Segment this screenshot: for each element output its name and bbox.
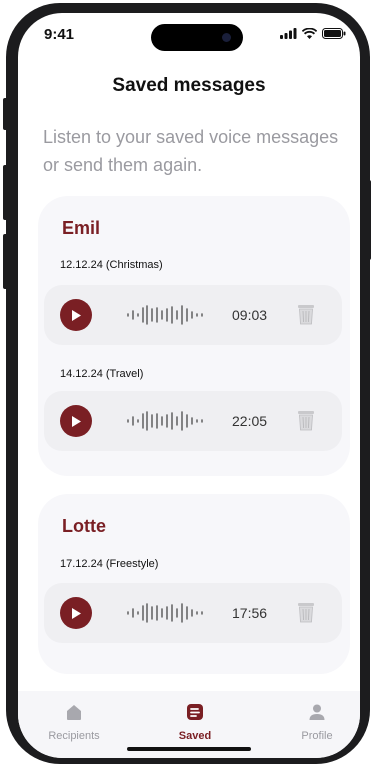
message-date: 17.12.24 (Freestyle)	[60, 558, 159, 570]
waveform-icon	[127, 411, 203, 431]
volume-down-button	[3, 234, 8, 289]
message-duration: 17:56	[232, 605, 268, 621]
page-subtitle: Listen to your saved voice messages or s…	[43, 127, 339, 175]
tab-recipients[interactable]: Recipients	[34, 703, 114, 742]
page-title: Saved messages	[112, 75, 266, 96]
tab-label: Recipients	[48, 730, 100, 742]
recipient-card-lotte: Lotte 17.12.24 (Freestyle) 17:56	[38, 494, 350, 674]
camera-icon	[222, 33, 231, 42]
message-date: 12.12.24 (Christmas)	[60, 259, 163, 271]
saved-list-icon	[187, 704, 203, 720]
trash-icon[interactable]	[296, 409, 316, 431]
voice-message-row: 17:56	[44, 583, 342, 643]
waveform-icon	[127, 603, 203, 623]
play-button[interactable]	[60, 299, 92, 331]
trash-icon[interactable]	[296, 303, 316, 325]
waveform-icon	[127, 305, 203, 325]
recipient-name: Lotte	[62, 516, 106, 536]
play-button[interactable]	[60, 405, 92, 437]
message-date: 14.12.24 (Travel)	[60, 368, 144, 380]
tab-label: Profile	[301, 730, 333, 742]
dynamic-island	[151, 24, 243, 51]
person-icon	[309, 704, 325, 720]
play-button[interactable]	[60, 597, 92, 629]
play-icon	[72, 309, 81, 321]
home-indicator[interactable]	[127, 747, 251, 751]
tab-saved[interactable]: Saved	[155, 703, 235, 742]
volume-up-button	[3, 165, 8, 220]
play-icon	[72, 415, 81, 427]
trash-icon[interactable]	[296, 601, 316, 623]
status-time: 9:41	[44, 26, 75, 43]
status-icons	[280, 28, 346, 39]
play-icon	[72, 607, 81, 619]
voice-message-row: 22:05	[44, 391, 342, 451]
signal-icon	[280, 28, 297, 39]
recipient-card-emil: Emil 12.12.24 (Christmas) 09:03 14.12.24…	[38, 196, 350, 476]
message-duration: 22:05	[232, 413, 268, 429]
tab-label: Saved	[178, 730, 212, 742]
side-button	[3, 98, 8, 130]
wifi-icon	[302, 28, 317, 39]
battery-icon	[322, 28, 346, 39]
home-icon	[67, 705, 81, 720]
screen: 9:41 Saved messages Listen to your saved…	[18, 13, 360, 758]
tab-profile[interactable]: Profile	[277, 703, 357, 742]
voice-message-row: 09:03	[44, 285, 342, 345]
message-duration: 09:03	[232, 307, 268, 323]
power-button	[366, 180, 371, 260]
recipient-name: Emil	[62, 218, 101, 238]
phone-frame: 9:41 Saved messages Listen to your saved…	[6, 3, 370, 764]
